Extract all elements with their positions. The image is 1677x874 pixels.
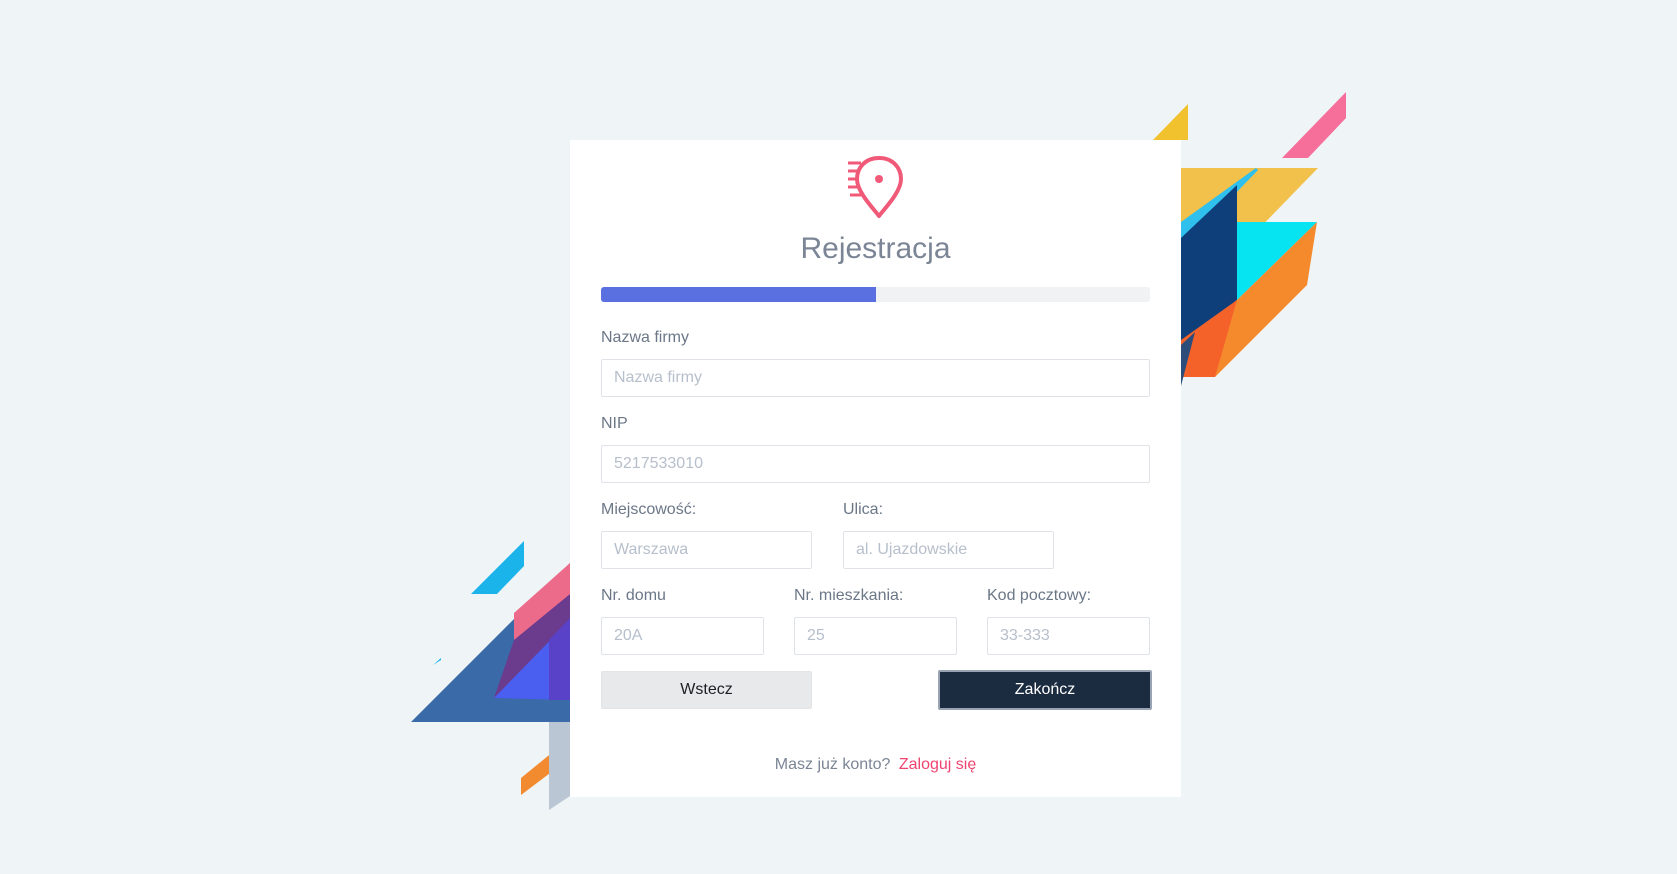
apartment-number-input[interactable] (794, 617, 957, 655)
back-button[interactable]: Wstecz (601, 671, 812, 709)
house-number-label: Nr. domu (601, 587, 666, 604)
company-name-input[interactable] (601, 359, 1150, 397)
login-prompt: Masz już konto? Zaloguj się (570, 756, 1181, 774)
page-title: Rejestracja (800, 232, 951, 265)
postal-code-input[interactable] (987, 617, 1150, 655)
street-label: Ulica: (843, 501, 884, 518)
login-link[interactable]: Zaloguj się (899, 756, 976, 773)
finish-button[interactable]: Zakończ (938, 670, 1152, 710)
house-number-input[interactable] (601, 617, 764, 655)
registration-card: Rejestracja Nazwa firmy NIP Miejscowość:… (570, 140, 1181, 797)
postal-code-label: Kod pocztowy: (987, 587, 1092, 604)
apartment-number-label: Nr. mieszkania: (794, 587, 904, 604)
progress-bar-fill (601, 287, 876, 302)
login-prompt-text: Masz już konto? (774, 756, 891, 773)
company-name-label: Nazwa firmy (601, 329, 690, 346)
location-pin-speed-icon (848, 156, 903, 218)
nip-label: NIP (601, 415, 628, 432)
nip-input[interactable] (601, 445, 1150, 483)
page: Rejestracja Nazwa firmy NIP Miejscowość:… (0, 0, 1677, 874)
city-input[interactable] (601, 531, 812, 569)
progress-bar (601, 287, 1150, 302)
city-label: Miejscowość: (601, 501, 697, 518)
street-input[interactable] (843, 531, 1054, 569)
